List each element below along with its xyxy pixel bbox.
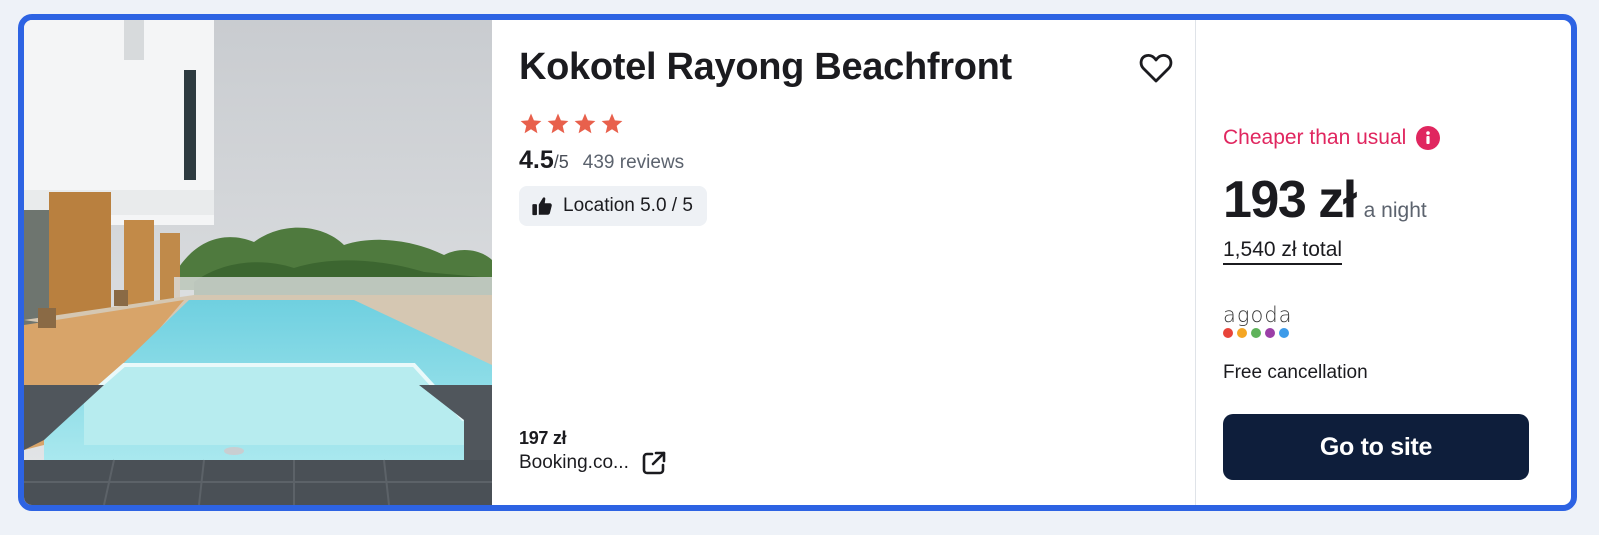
hotel-details: Kokotel Rayong Beachfront 4.5 /5 439 rev… xyxy=(492,20,1195,505)
deal-label: Cheaper than usual xyxy=(1223,126,1407,149)
location-score-label: Location 5.0 / 5 xyxy=(563,195,693,216)
review-count[interactable]: 439 reviews xyxy=(583,152,684,174)
agoda-logo-dot xyxy=(1237,328,1247,338)
agoda-logo-text: agoda xyxy=(1223,303,1293,327)
provider-logo: agoda xyxy=(1223,304,1293,338)
star-icon xyxy=(547,113,569,134)
review-summary: 4.5 /5 439 reviews xyxy=(519,146,684,175)
alternative-price[interactable]: 197 zł xyxy=(519,428,567,449)
agoda-logo-dot xyxy=(1279,328,1289,338)
total-price-link[interactable]: 1,540 zł total xyxy=(1223,238,1343,265)
deal-badge: Cheaper than usual xyxy=(1223,126,1441,150)
rating-score: 4.5 xyxy=(519,146,554,174)
favorite-button[interactable] xyxy=(1138,50,1174,86)
star-rating xyxy=(519,112,624,136)
agoda-logo-dots xyxy=(1223,328,1293,338)
price-amount[interactable]: 193 zł xyxy=(1223,170,1357,230)
go-to-site-button[interactable]: Go to site xyxy=(1223,414,1529,480)
external-link-icon xyxy=(642,451,666,475)
hotel-name[interactable]: Kokotel Rayong Beachfront xyxy=(519,46,1012,89)
thumbs-up-icon xyxy=(532,197,552,216)
pool-image xyxy=(24,20,492,505)
alternative-provider-name: Booking.co... xyxy=(519,452,629,473)
location-score-chip: Location 5.0 / 5 xyxy=(519,186,707,226)
hotel-result-card[interactable]: Kokotel Rayong Beachfront 4.5 /5 439 rev… xyxy=(18,14,1577,511)
agoda-logo-dot xyxy=(1251,328,1261,338)
alternative-provider-link[interactable]: Booking.co... xyxy=(519,450,667,476)
star-icon xyxy=(574,113,596,134)
price-unit: a night xyxy=(1363,199,1427,222)
agoda-logo-dot xyxy=(1265,328,1275,338)
hotel-photo[interactable] xyxy=(24,20,492,505)
star-icon xyxy=(601,113,623,134)
star-icon xyxy=(520,113,542,134)
agoda-logo-dot xyxy=(1223,328,1233,338)
rating-max: /5 xyxy=(553,152,569,172)
heart-outline-icon xyxy=(1139,54,1173,83)
cancellation-policy: Free cancellation xyxy=(1223,362,1368,383)
nightly-price: 193 zł a night xyxy=(1223,170,1427,230)
price-panel: Cheaper than usual 193 zł a night 1,540 … xyxy=(1196,20,1571,505)
info-icon[interactable] xyxy=(1416,126,1441,150)
